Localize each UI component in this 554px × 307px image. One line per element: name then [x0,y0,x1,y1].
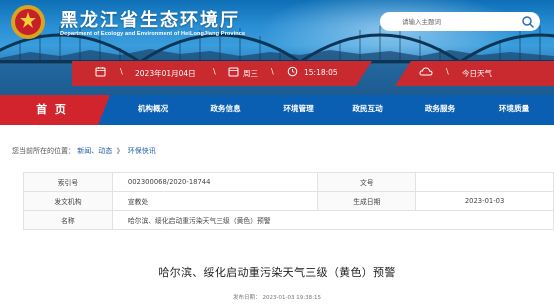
site-subtitle: Department of Ecology and Environment of… [60,31,246,37]
document-info-table: 索引号 002300068/2020-18744 文号 发文机构 宣教处 生成日… [23,172,554,230]
breadcrumb-news[interactable]: 新闻、动态 [77,147,112,155]
nav-home-notch [98,95,110,125]
article-meta: 发布日期： 2023-01-03 19:38:15 [0,293,554,301]
nav-item-service[interactable]: 政务服务 [416,95,464,125]
publish-date-label: 发布日期： [233,295,261,301]
nav-home[interactable]: 首 页 [0,95,98,125]
issuer-value: 宣教处 [111,191,319,211]
docno-label: 文号 [317,172,417,192]
publish-date-value: 2023-01-03 19:38:15 [262,295,321,301]
site-title: 黑龙江省生态环境厅 [60,10,240,31]
breadcrumb: 您当前所在的位置： 新闻、动态 》 环保快讯 [12,146,156,156]
article-title: 哈尔滨、绥化启动重污染天气三级（黄色）预警 [158,266,396,279]
separator: \ [120,67,123,76]
breadcrumb-env-news[interactable]: 环保快讯 [128,147,156,155]
table-row: 发文机构 宣教处 生成日期 2023-01-03 [23,191,554,211]
cloud-icon [419,67,433,76]
breadcrumb-separator: 》 [116,147,124,155]
separator: \ [446,67,449,76]
index-label: 索引号 [23,172,113,192]
name-label: 名称 [23,210,113,230]
separator: \ [213,67,216,76]
current-weekday: 周三 [243,69,258,78]
table-row: 索引号 002300068/2020-18744 文号 [23,172,554,192]
search-icon[interactable] [521,15,535,29]
nav-item-interaction[interactable]: 政民互动 [345,95,390,125]
breadcrumb-prefix: 您当前所在的位置： [12,147,75,155]
search-input[interactable] [380,12,512,31]
current-date: 2023年01月04日 [135,69,196,78]
docno-value [415,172,554,192]
current-time: 15:18:05 [304,68,338,77]
nav-item-gov-info[interactable]: 政务信息 [203,95,248,125]
weather-label[interactable]: 今日天气 [462,68,492,79]
issuer-label: 发文机构 [23,191,113,211]
name-value: 哈尔滨、绥化启动重污染天气三级（黄色）预警 [111,210,554,230]
nav-item-org[interactable]: 机构概况 [128,95,178,125]
nav-item-env-mgmt[interactable]: 环境管理 [276,95,321,125]
date-value: 2023-01-03 [415,191,554,211]
index-value: 002300068/2020-18744 [111,172,319,192]
calendar-icon [95,67,106,77]
separator: \ [271,67,274,76]
nav-item-env-quality[interactable]: 环境质量 [489,95,539,125]
table-row: 名称 哈尔滨、绥化启动重污染天气三级（黄色）预警 [23,210,554,230]
weekday-calendar-icon [228,67,239,77]
national-emblem-icon [11,5,45,39]
date-label: 生成日期 [317,191,417,211]
clock-icon [287,66,298,77]
search-box [380,12,540,31]
